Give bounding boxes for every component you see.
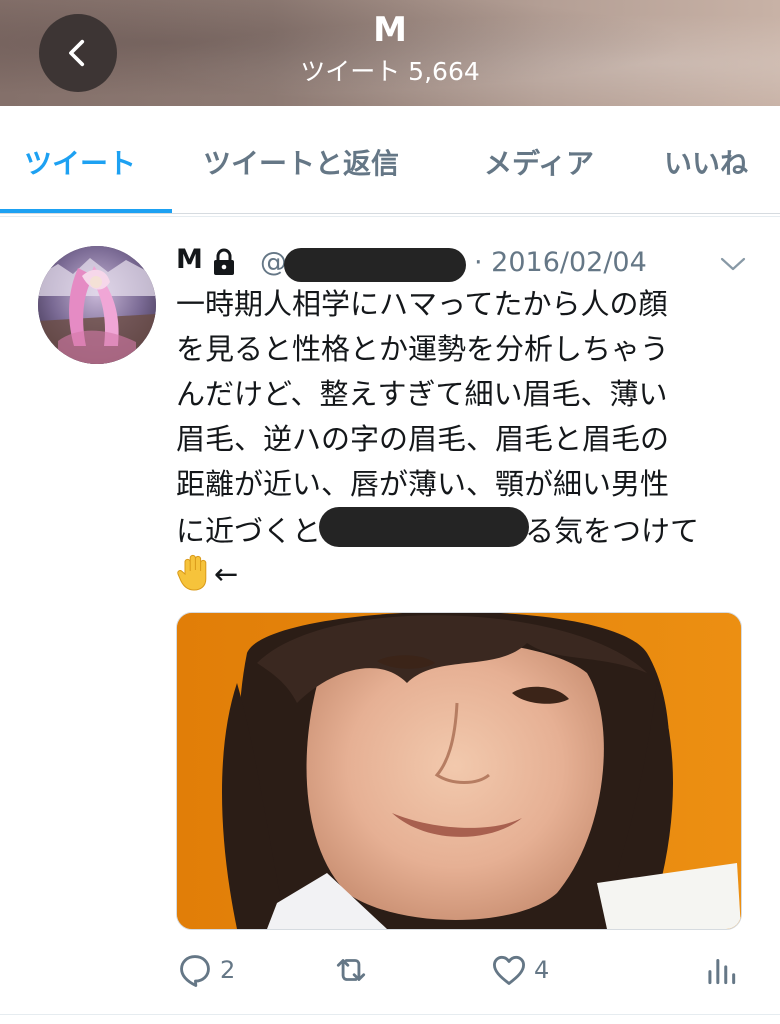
tab-tweets[interactable]: ツイート xyxy=(24,142,136,182)
tweet-text-fragment: ← xyxy=(214,557,239,591)
tweet-count: ツイート 5,664 xyxy=(300,57,480,86)
retweet-icon xyxy=(336,959,366,981)
tweet-media-image[interactable] xyxy=(176,612,742,930)
tweet-text-fragment: に近づくと xyxy=(176,514,322,548)
tab-likes[interactable]: いいね xyxy=(664,142,748,182)
like-button[interactable]: 4 xyxy=(490,950,549,990)
tweet-text-line: を見ると性格とか運勢を分析しちゃう xyxy=(176,332,670,366)
divider xyxy=(0,213,780,214)
avatar[interactable] xyxy=(38,246,156,364)
divider xyxy=(0,216,780,217)
reply-icon xyxy=(180,955,210,987)
profile-header: M ツイート 5,664 xyxy=(0,0,780,106)
reply-button[interactable]: 2 xyxy=(176,950,235,990)
tweet-text-line: に近づくと る気をつけて xyxy=(176,507,746,552)
profile-tabs: ツイート ツイートと返信 メディア いいね xyxy=(0,106,780,214)
tweet-text-line: 一時期人相学にハマってたから人の顔 xyxy=(176,287,668,321)
analytics-icon xyxy=(708,958,736,985)
tab-media[interactable]: メディア xyxy=(484,142,594,182)
raised-hand-emoji-icon xyxy=(177,554,207,591)
tweet-text-fragment: る気をつけて xyxy=(525,514,700,548)
author-handle-prefix: @ xyxy=(260,247,287,278)
redaction-bar xyxy=(284,248,466,282)
tweet-text-line: 距離が近い、唇が薄い、顎が細い男性 xyxy=(176,467,670,501)
author-name[interactable]: M xyxy=(176,244,203,275)
tweet-text-line: ← xyxy=(176,552,746,597)
divider xyxy=(0,1014,780,1015)
retweet-button[interactable] xyxy=(332,950,376,990)
lock-icon xyxy=(214,248,234,275)
profile-name-title: M xyxy=(373,10,407,50)
tweet-text: 一時期人相学にハマってたから人の顔 を見ると性格とか運勢を分析しちゃう んだけど… xyxy=(176,282,746,597)
tweet-text-line: 眉毛、逆ハの字の眉毛、眉毛と眉毛の xyxy=(176,422,670,456)
redaction-bar xyxy=(319,507,530,547)
tweet-text-line: んだけど、整えすぎて細い眉毛、薄い xyxy=(176,377,668,411)
tab-tweets-and-replies[interactable]: ツイートと返信 xyxy=(203,142,399,182)
heart-icon xyxy=(493,955,525,985)
like-count: 4 xyxy=(534,956,550,984)
reply-count: 2 xyxy=(220,956,236,984)
tweet-date[interactable]: · 2016/02/04 xyxy=(474,247,647,278)
analytics-button[interactable] xyxy=(702,950,740,990)
chevron-down-icon[interactable] xyxy=(718,252,748,276)
